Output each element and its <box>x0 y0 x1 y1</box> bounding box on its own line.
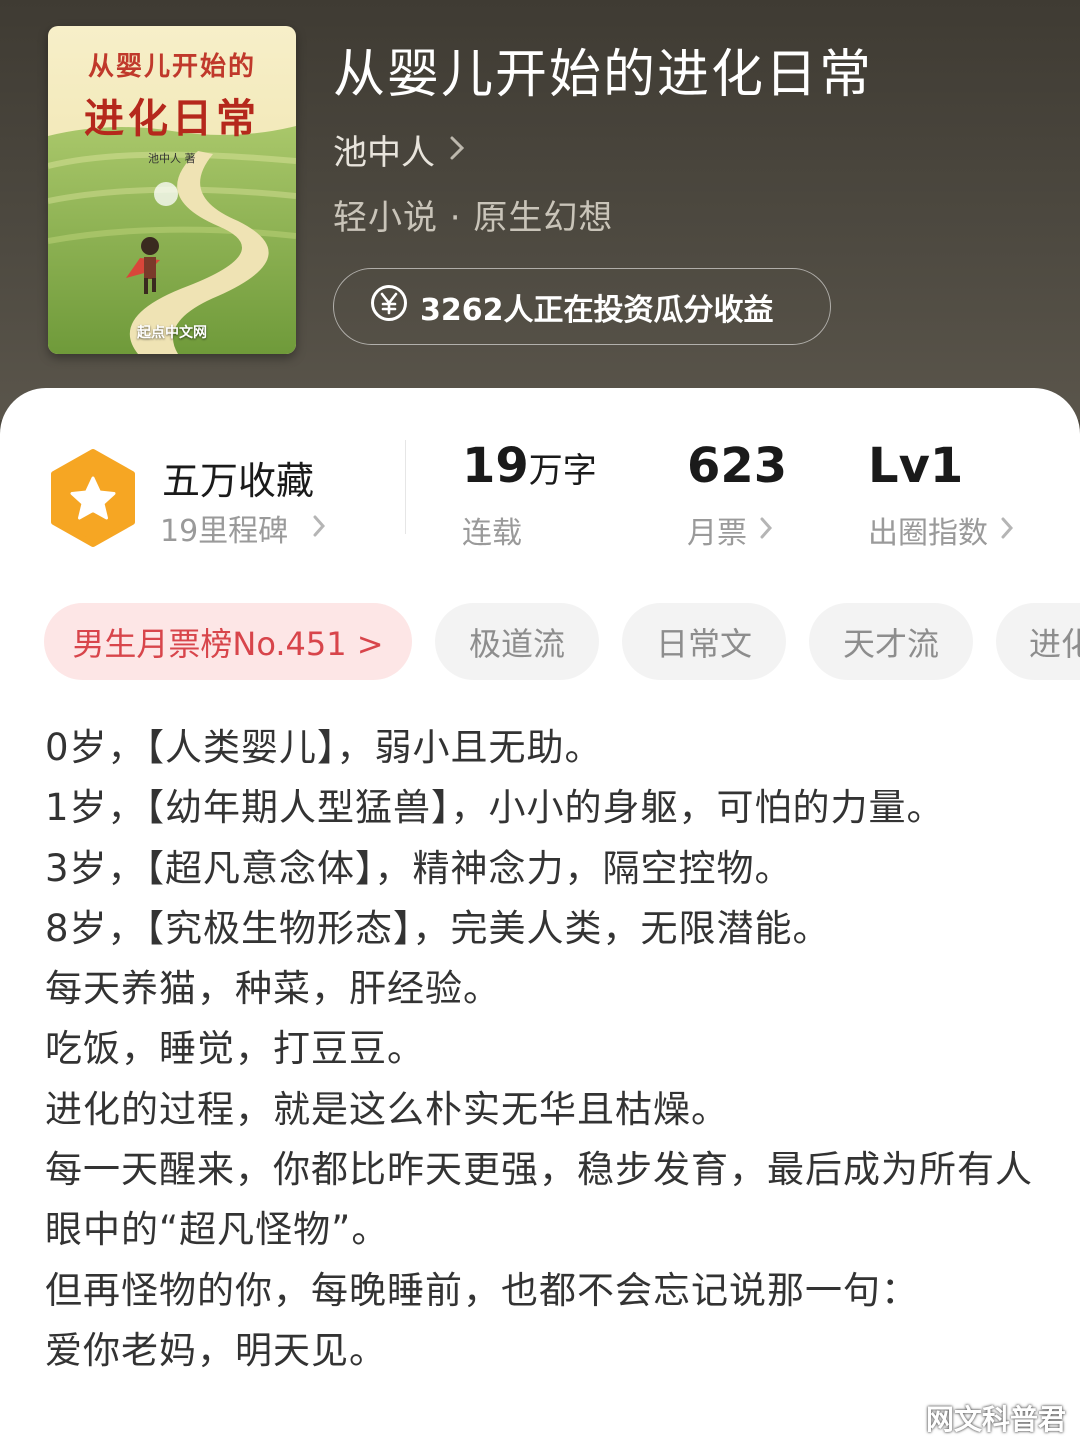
level-label: 出圈指数 <box>868 516 988 551</box>
cover-title-line1: 从婴儿开始的 <box>87 52 256 82</box>
milestone-link[interactable]: 19里程碑 <box>160 506 326 550</box>
watermark: 网文科普君 <box>925 1403 1066 1436</box>
word-count-unit: 万字 <box>528 451 597 491</box>
monthly-votes-value: 623 <box>687 438 788 494</box>
tag-chip[interactable]: 天才流 <box>809 603 973 680</box>
book-description: 0岁，【人类婴儿】，弱小且无助。 1岁，【幼年期人型猛兽】，小小的身躯，可怕的力… <box>45 726 1033 1372</box>
serial-status: 连载 <box>462 516 522 551</box>
author-name: 池中人 <box>333 133 435 173</box>
book-info-card: 五万收藏 19里程碑 19万字 连载 623 月票 Lv1 出圈指数 男生月票榜… <box>0 388 1080 1454</box>
monthly-votes-label: 月票 <box>687 516 747 551</box>
book-cover[interactable]: 从婴儿开始的 进化日常 池中人 著 起点中文网 <box>48 26 296 354</box>
yen-coin-icon <box>370 284 408 330</box>
word-count: 19万字 <box>462 438 597 494</box>
invest-label: 3262人正在投资瓜分收益 <box>420 292 774 328</box>
favorites-count: 五万收藏 <box>162 459 315 503</box>
level-value: Lv1 <box>868 438 964 494</box>
book-title: 从婴儿开始的进化日常 <box>333 45 874 105</box>
cover-author-mark: 池中人 著 <box>148 152 196 165</box>
book-header: 从婴儿开始的 进化日常 池中人 著 起点中文网 从婴儿开始的进化日常 池中人 轻… <box>0 0 1080 420</box>
word-count-value: 19 <box>462 438 529 494</box>
chevron-right-icon <box>759 513 773 548</box>
cover-title-line2: 进化日常 <box>84 95 260 142</box>
rank-tag[interactable]: 男生月票榜No.451 > <box>44 603 412 680</box>
level-link[interactable]: 出圈指数 <box>868 508 1014 552</box>
tag-chip[interactable]: 日常文 <box>622 603 786 680</box>
author-link[interactable]: 池中人 <box>333 125 465 174</box>
tag-chip[interactable]: 极道流 <box>435 603 599 680</box>
chevron-right-icon <box>449 130 465 170</box>
stats-divider <box>405 440 406 534</box>
star-badge-icon <box>48 448 138 552</box>
invest-button[interactable]: 3262人正在投资瓜分收益 <box>333 268 831 345</box>
book-genre[interactable]: 轻小说 · 原生幻想 <box>333 190 613 239</box>
chevron-right-icon <box>1000 513 1014 548</box>
chevron-right-icon <box>312 511 326 546</box>
cover-publisher: 起点中文网 <box>137 325 207 341</box>
milestone-label: 19里程碑 <box>160 514 289 549</box>
monthly-votes-link[interactable]: 月票 <box>687 508 773 552</box>
tag-chip[interactable]: 进化 <box>996 603 1080 680</box>
